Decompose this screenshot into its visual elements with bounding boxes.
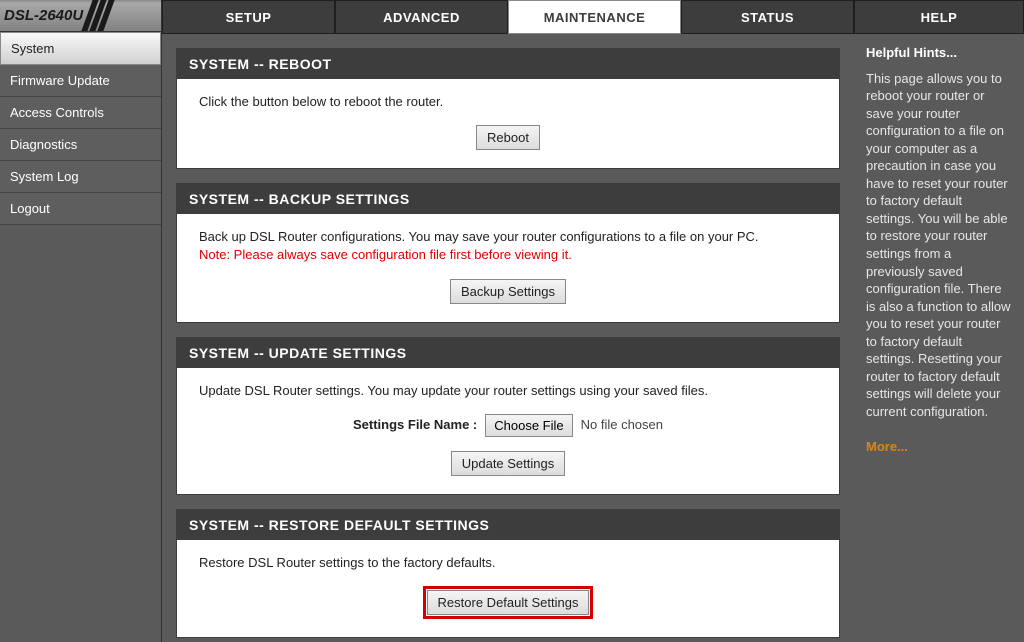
- reboot-button[interactable]: Reboot: [476, 125, 540, 150]
- sidebar-item-diagnostics[interactable]: Diagnostics: [0, 129, 161, 161]
- product-logo: DSL-2640U: [0, 0, 161, 32]
- tab-help[interactable]: HELP: [854, 0, 1024, 34]
- sidebar-item-firmware-update[interactable]: Firmware Update: [0, 65, 161, 97]
- sidebar-item-system-log[interactable]: System Log: [0, 161, 161, 193]
- restore-highlight-box: Restore Default Settings: [423, 586, 594, 619]
- sidebar: DSL-2640U System Firmware Update Access …: [0, 0, 162, 642]
- file-chosen-status: No file chosen: [581, 416, 663, 434]
- tab-setup[interactable]: SETUP: [162, 0, 335, 34]
- logo-slashes: [87, 0, 109, 31]
- choose-file-button[interactable]: Choose File: [485, 414, 572, 437]
- update-settings-button[interactable]: Update Settings: [451, 451, 566, 476]
- content-wrap: SETUP ADVANCED MAINTENANCE STATUS SYSTEM…: [162, 0, 1024, 642]
- help-column: HELP Helpful Hints... This page allows y…: [854, 0, 1024, 642]
- top-tabs: SETUP ADVANCED MAINTENANCE STATUS: [162, 0, 854, 34]
- panel-update: SYSTEM -- UPDATE SETTINGS Update DSL Rou…: [176, 337, 840, 495]
- main-column: SETUP ADVANCED MAINTENANCE STATUS SYSTEM…: [162, 0, 854, 642]
- tab-advanced[interactable]: ADVANCED: [335, 0, 508, 34]
- tab-status[interactable]: STATUS: [681, 0, 854, 34]
- sidebar-item-system[interactable]: System: [0, 32, 161, 65]
- help-body-text: This page allows you to reboot your rout…: [866, 70, 1012, 421]
- panel-reboot-header: SYSTEM -- REBOOT: [177, 49, 839, 79]
- panel-reboot: SYSTEM -- REBOOT Click the button below …: [176, 48, 840, 169]
- restore-text: Restore DSL Router settings to the facto…: [199, 554, 817, 572]
- panel-update-header: SYSTEM -- UPDATE SETTINGS: [177, 338, 839, 368]
- tab-maintenance[interactable]: MAINTENANCE: [508, 0, 681, 34]
- backup-note: Note: Please always save configuration f…: [199, 247, 572, 262]
- help-more-link[interactable]: More...: [866, 438, 1012, 456]
- reboot-text: Click the button below to reboot the rou…: [199, 93, 817, 111]
- backup-settings-button[interactable]: Backup Settings: [450, 279, 566, 304]
- panel-restore-header: SYSTEM -- RESTORE DEFAULT SETTINGS: [177, 510, 839, 540]
- update-text: Update DSL Router settings. You may upda…: [199, 382, 817, 400]
- help-title: Helpful Hints...: [866, 44, 1012, 62]
- panel-restore: SYSTEM -- RESTORE DEFAULT SETTINGS Resto…: [176, 509, 840, 638]
- restore-default-settings-button[interactable]: Restore Default Settings: [427, 590, 590, 615]
- panel-backup: SYSTEM -- BACKUP SETTINGS Back up DSL Ro…: [176, 183, 840, 322]
- sidebar-item-access-controls[interactable]: Access Controls: [0, 97, 161, 129]
- model-number: DSL-2640U: [0, 7, 83, 24]
- panel-backup-header: SYSTEM -- BACKUP SETTINGS: [177, 184, 839, 214]
- sidebar-item-logout[interactable]: Logout: [0, 193, 161, 225]
- backup-text: Back up DSL Router configurations. You m…: [199, 229, 759, 244]
- settings-file-label: Settings File Name :: [353, 416, 477, 434]
